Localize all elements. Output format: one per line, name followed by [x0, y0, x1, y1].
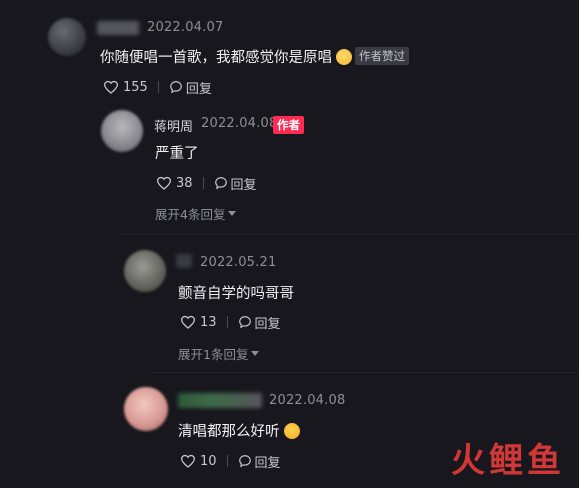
comment-text: 你随便唱一首歌，我都感觉你是原唱: [100, 46, 352, 67]
comment-item: 2022.04.07 你随便唱一首歌，我都感觉你是原唱 作者赞过 155 回复: [0, 0, 579, 100]
like-count[interactable]: 10: [200, 454, 217, 469]
username[interactable]: 蒋明周: [154, 116, 193, 135]
like-count[interactable]: 38: [176, 176, 193, 191]
chevron-down-icon[interactable]: [251, 350, 260, 357]
username-blurred[interactable]: [178, 393, 262, 408]
expand-replies-label[interactable]: 展开4条回复: [155, 204, 225, 223]
section-divider: [120, 234, 579, 235]
expand-replies-button[interactable]: 展开1条回复: [178, 344, 260, 363]
comment-actions: 38 回复: [156, 174, 257, 193]
reply-button[interactable]: 回复: [186, 78, 212, 97]
comment-text-content: 清唱都那么好听: [178, 424, 280, 440]
section-divider: [150, 372, 579, 373]
like-count[interactable]: 13: [200, 315, 217, 330]
reply-button[interactable]: 回复: [231, 174, 257, 193]
like-count[interactable]: 155: [123, 80, 148, 95]
expand-replies-label[interactable]: 展开1条回复: [178, 344, 248, 363]
avatar[interactable]: [124, 387, 168, 431]
shy-face-emoji-icon: [336, 49, 352, 65]
heart-eyes-emoji-icon: [283, 423, 300, 439]
comment-text-content: 你随便唱一首歌，我都感觉你是原唱: [100, 50, 332, 66]
avatar[interactable]: [124, 250, 166, 292]
heart-icon[interactable]: [180, 315, 196, 329]
divider: [226, 455, 228, 467]
username-blurred[interactable]: [97, 21, 139, 35]
avatar[interactable]: [101, 110, 143, 152]
avatar[interactable]: [48, 18, 86, 56]
comment-date: 2022.05.21: [200, 255, 277, 270]
author-liked-badge: 作者赞过: [355, 47, 409, 65]
reply-item: 蒋明周 2022.04.08 作者 严重了 38 回复 展开4条回复: [0, 100, 579, 235]
comment-bubble-icon[interactable]: [169, 80, 183, 94]
comment-actions: 155 回复: [103, 78, 212, 97]
reply-button[interactable]: 回复: [255, 313, 281, 332]
heart-icon[interactable]: [180, 454, 196, 468]
chevron-down-icon[interactable]: [228, 210, 237, 217]
comment-text: 清唱都那么好听: [178, 420, 300, 441]
comment-bubble-icon[interactable]: [238, 315, 252, 329]
comment-date: 2022.04.07: [147, 20, 224, 35]
comment-actions: 10 回复: [180, 452, 281, 471]
comment-bubble-icon[interactable]: [214, 176, 228, 190]
divider: [202, 177, 204, 189]
comment-actions: 13 回复: [180, 313, 281, 332]
comment-date: 2022.04.08: [269, 393, 346, 408]
watermark-text: 火鲤鱼: [451, 441, 565, 481]
comment-text: 严重了: [155, 146, 199, 162]
watermark-logo: 火鲤鱼: [451, 433, 565, 482]
comment-bubble-icon[interactable]: [238, 454, 252, 468]
heart-icon[interactable]: [156, 176, 172, 190]
author-badge: 作者: [273, 116, 304, 134]
comment-date: 2022.04.08: [201, 116, 278, 131]
divider: [226, 316, 228, 328]
comment-section: 2022.04.07 你随便唱一首歌，我都感觉你是原唱 作者赞过 155 回复 …: [0, 0, 579, 488]
reply-item: 2022.05.21 颤音自学的吗哥哥 13 回复 展开1条回复: [0, 240, 579, 370]
expand-replies-button[interactable]: 展开4条回复: [155, 204, 237, 223]
divider: [157, 81, 159, 93]
reply-button[interactable]: 回复: [255, 452, 281, 471]
heart-icon[interactable]: [103, 80, 119, 94]
comment-text: 颤音自学的吗哥哥: [178, 286, 294, 302]
username-blurred[interactable]: [176, 254, 192, 268]
